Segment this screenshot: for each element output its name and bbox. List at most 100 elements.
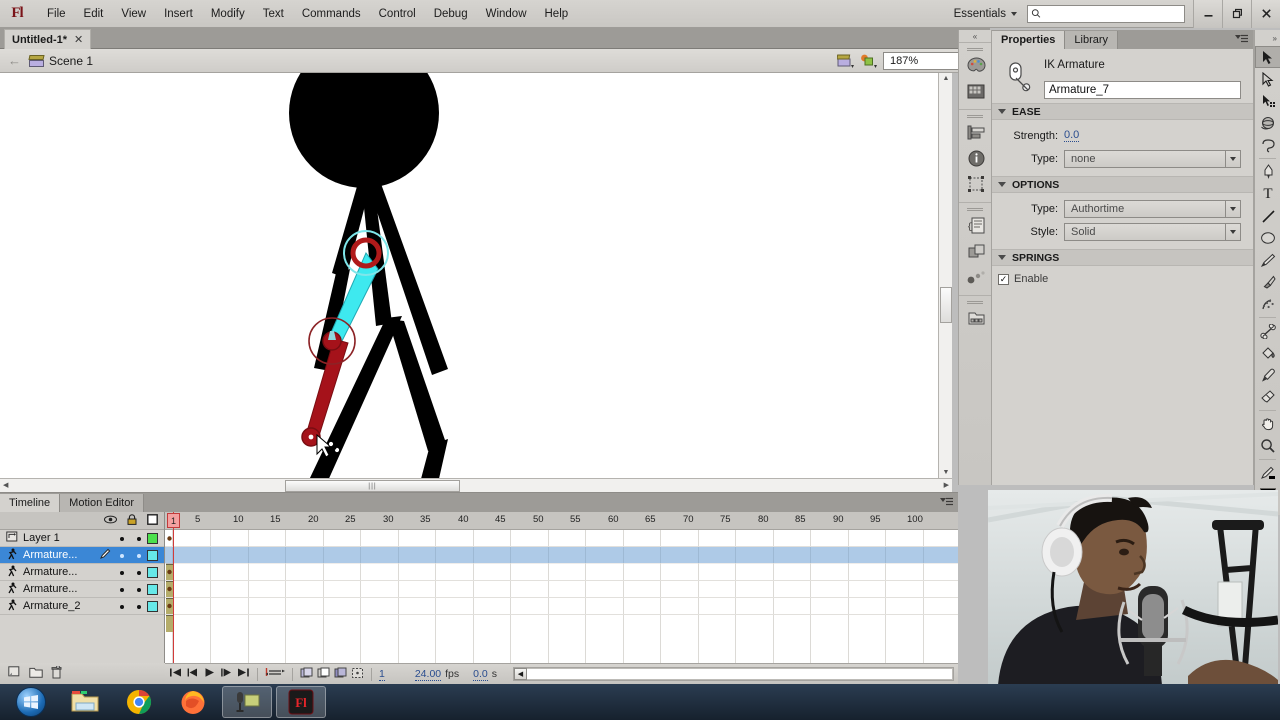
paint-bucket-tool[interactable] (1255, 342, 1280, 364)
library-folder-icon[interactable] (959, 305, 993, 331)
components-icon[interactable] (959, 238, 993, 264)
motion-presets-icon[interactable] (959, 264, 993, 290)
scrub-handle[interactable]: ◀ (514, 668, 527, 680)
timeline-scrub-bar[interactable]: ◀ (513, 667, 954, 681)
horizontal-scroll-thumb[interactable]: ||| (285, 480, 460, 492)
armature-name-field[interactable]: Armature_7 (1044, 81, 1241, 99)
layer-lock-dot[interactable] (130, 549, 147, 561)
current-frame-value[interactable]: 1 (379, 668, 385, 681)
oval-tool[interactable] (1255, 227, 1280, 249)
step-back-icon[interactable] (186, 667, 199, 681)
layer-color-swatch[interactable] (147, 566, 158, 578)
tab-properties[interactable]: Properties (992, 31, 1066, 49)
pencil-tool[interactable] (1255, 249, 1280, 271)
menu-view[interactable]: View (112, 3, 155, 25)
line-tool[interactable] (1255, 205, 1280, 227)
go-to-last-icon[interactable] (237, 667, 250, 681)
onion-skin-outlines-icon[interactable] (317, 667, 330, 682)
eye-icon[interactable] (104, 515, 117, 527)
scroll-down-arrow-icon[interactable]: ▼ (939, 469, 953, 476)
minimize-button[interactable] (1193, 0, 1222, 28)
stage-horizontal-scrollbar[interactable]: ◀ ||| ▶ (0, 478, 952, 492)
close-icon[interactable]: ✕ (74, 33, 83, 46)
frame-grid[interactable] (165, 530, 958, 664)
code-snippets-icon[interactable]: { (959, 212, 993, 238)
tab-motion-editor[interactable]: Motion Editor (60, 494, 144, 512)
zoom-tool[interactable] (1255, 435, 1280, 457)
section-ease[interactable]: EASE (992, 103, 1253, 120)
edit-multiple-frames-icon[interactable] (334, 667, 347, 682)
windows-start-orb[interactable] (6, 686, 56, 718)
screen-recorder-icon[interactable] (222, 686, 272, 718)
menu-insert[interactable]: Insert (155, 3, 202, 25)
stage-canvas[interactable] (0, 73, 952, 478)
frame-row[interactable] (165, 581, 958, 598)
loop-icon[interactable] (265, 667, 285, 681)
collapse-panel-icon[interactable]: « (959, 30, 991, 42)
google-chrome-icon[interactable] (114, 686, 164, 718)
color-swatches-icon[interactable] (959, 78, 993, 104)
pen-tool[interactable] (1255, 161, 1280, 183)
scroll-right-arrow-icon[interactable]: ▶ (944, 481, 949, 489)
collapse-tools-icon[interactable]: » (1255, 30, 1280, 46)
springs-enable-checkbox[interactable]: ✓ (998, 273, 1009, 285)
step-forward-icon[interactable] (220, 667, 233, 681)
timeline-ruler[interactable]: 1 5 10 15 20 25 30 35 40 45 50 55 60 65 … (165, 512, 958, 530)
frame-row[interactable] (165, 598, 958, 615)
onion-skin-icon[interactable] (300, 667, 313, 682)
edit-scene-icon[interactable] (836, 53, 854, 69)
brush-tool[interactable] (1255, 271, 1280, 293)
menu-debug[interactable]: Debug (425, 3, 477, 25)
file-explorer-icon[interactable] (60, 686, 110, 718)
menu-window[interactable]: Window (477, 3, 536, 25)
scroll-up-arrow-icon[interactable]: ▲ (939, 75, 953, 82)
adobe-flash-icon[interactable]: Fl (276, 686, 326, 718)
frame-row-selected[interactable] (165, 547, 958, 564)
menu-file[interactable]: File (38, 3, 75, 25)
layer-lock-dot[interactable] (130, 600, 147, 612)
subselection-tool[interactable] (1255, 68, 1280, 90)
layer-row-armature-selected[interactable]: Armature... (0, 547, 164, 564)
menu-modify[interactable]: Modify (202, 3, 254, 25)
tab-library[interactable]: Library (1065, 31, 1119, 49)
menu-control[interactable]: Control (370, 3, 425, 25)
layer-visibility-dot[interactable] (113, 549, 130, 561)
layer-color-swatch[interactable] (147, 549, 158, 561)
ease-type-select[interactable]: none (1064, 149, 1241, 168)
layer-visibility-dot[interactable] (113, 600, 130, 612)
playhead-line[interactable] (173, 512, 174, 664)
close-button[interactable] (1251, 0, 1280, 28)
playhead-marker[interactable]: 1 (167, 513, 180, 528)
stage-vertical-scrollbar[interactable]: ▲ ▼ (938, 73, 952, 478)
layer-color-swatch[interactable] (147, 600, 158, 612)
new-layer-icon[interactable] (8, 666, 21, 681)
timeline-frames[interactable]: 1 5 10 15 20 25 30 35 40 45 50 55 60 65 … (165, 512, 958, 664)
options-type-select[interactable]: Authortime (1064, 199, 1241, 218)
layer-row-armature-3[interactable]: Armature... (0, 581, 164, 598)
frame-row[interactable] (165, 564, 958, 581)
section-options[interactable]: OPTIONS (992, 176, 1253, 193)
mozilla-firefox-icon[interactable] (168, 686, 218, 718)
menu-commands[interactable]: Commands (293, 3, 370, 25)
layer-visibility-dot[interactable] (113, 583, 130, 595)
tab-timeline[interactable]: Timeline (0, 494, 61, 512)
delete-layer-icon[interactable] (51, 664, 62, 682)
edit-symbols-icon[interactable] (860, 53, 877, 69)
scroll-left-arrow-icon[interactable]: ◀ (3, 481, 8, 489)
layer-lock-dot[interactable] (130, 566, 147, 578)
layer-color-swatch[interactable] (147, 532, 158, 544)
menu-help[interactable]: Help (536, 3, 578, 25)
scrub-track[interactable] (527, 668, 953, 680)
layer-lock-dot[interactable] (130, 532, 147, 544)
menu-edit[interactable]: Edit (75, 3, 113, 25)
frame-row[interactable] (165, 530, 958, 547)
lock-icon[interactable] (127, 513, 137, 528)
bone-tool[interactable] (1255, 320, 1280, 342)
workspace-switcher[interactable]: Essentials (946, 6, 1025, 22)
3d-rotation-tool[interactable] (1255, 112, 1280, 134)
panel-menu-icon[interactable] (1235, 34, 1248, 47)
play-icon[interactable] (203, 667, 216, 681)
layer-row-layer-1[interactable]: Layer 1 (0, 530, 164, 547)
stroke-color-tool[interactable] (1255, 462, 1280, 484)
ease-strength-value[interactable]: 0.0 (1064, 129, 1080, 142)
